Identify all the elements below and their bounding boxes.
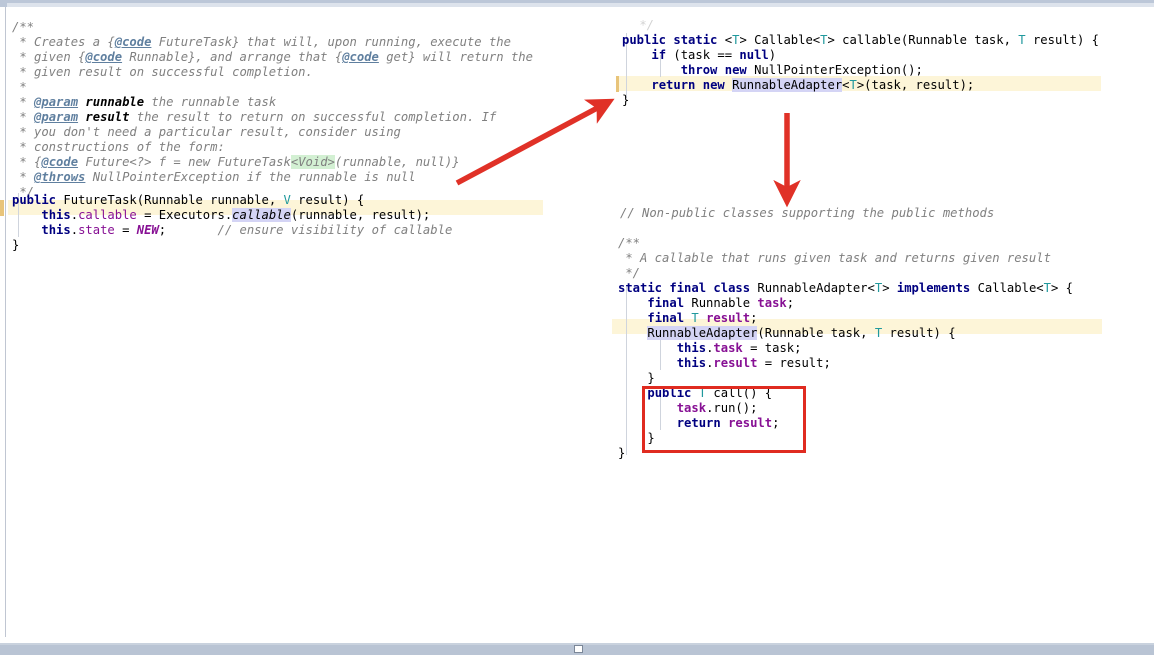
code-line: * @param runnable the runnable task [12,95,276,110]
code-line: } [618,371,655,386]
code-line: final T result; [618,311,757,326]
code-line: } [12,238,19,253]
code-line: * @throws NullPointerException if the ru… [12,170,416,185]
horizontal-scrollbar[interactable] [0,645,1154,655]
code-line: if (task == null) [622,48,776,63]
code-line: this.state = NEW; // ensure visibility o… [12,223,452,238]
code-line: * @param result the result to return on … [12,110,496,125]
code-line: } [622,93,629,108]
section-comment: // Non-public classes supporting the pub… [620,206,994,221]
code-line: static final class RunnableAdapter<T> im… [618,281,1073,296]
code-line: /** [12,20,34,35]
code-line: * A callable that runs given task and re… [618,251,1051,266]
code-line: */ [618,266,640,281]
code-line-highlighted: return new RunnableAdapter<T>(task, resu… [622,78,974,93]
editor-window: /** * Creates a {@code FutureTask} that … [0,0,1154,655]
code-line: * constructions of the form: [12,140,225,155]
code-line: final Runnable task; [618,296,794,311]
code-line-highlighted: RunnableAdapter(Runnable task, T result)… [618,326,956,341]
code-line: throw new NullPointerException(); [622,63,923,78]
code-line-highlighted: this.callable = Executors.callable(runna… [12,208,430,223]
code-line: * given result on successful completion. [12,65,313,80]
right-top-gutter-change-marker[interactable] [616,76,619,92]
scrollbar-thumb[interactable] [574,645,583,653]
code-line: */ [632,18,654,33]
code-line: * {@code Future<?> f = new FutureTask<Vo… [12,155,460,170]
code-line: * you don't need a particular result, co… [12,125,401,140]
code-line: } [618,446,625,461]
annotation-red-box [642,386,806,453]
code-line: this.task = task; [618,341,801,356]
left-gutter-change-marker[interactable] [0,200,4,216]
code-line: /** [618,236,640,251]
code-line: * [12,80,27,95]
code-line: * Creates a {@code FutureTask} that will… [12,35,511,50]
code-line: * given {@code Runnable}, and arrange th… [12,50,533,65]
left-editor-pane[interactable]: /** * Creates a {@code FutureTask} that … [0,7,600,637]
code-line: public static <T> Callable<T> callable(R… [622,33,1099,48]
code-line: public FutureTask(Runnable runnable, V r… [12,193,364,208]
code-line: this.result = result; [618,356,831,371]
